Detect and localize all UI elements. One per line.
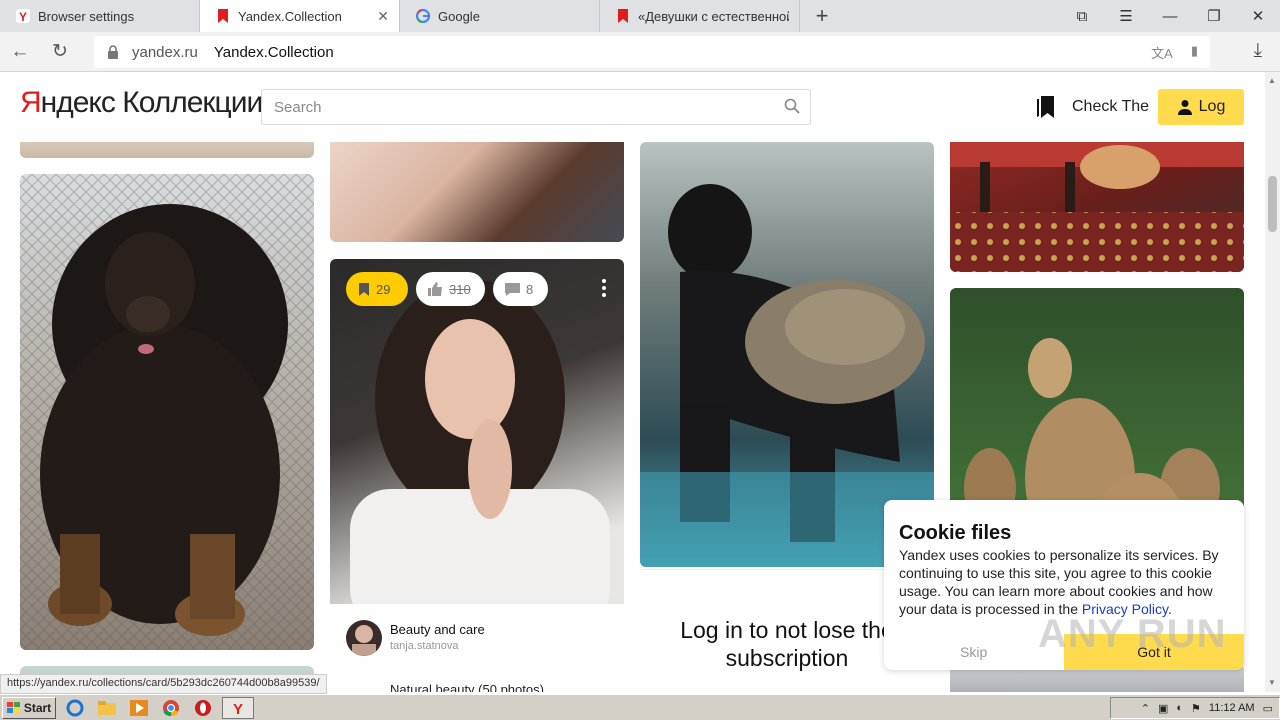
new-tab-icon[interactable]: + (800, 0, 844, 32)
bookmarks-icon (1037, 96, 1054, 118)
avatar[interactable] (346, 620, 382, 656)
login-label: Log (1198, 98, 1226, 115)
search-placeholder: Search (274, 98, 322, 116)
system-tray: ⌃ ▣ ◐ ⚑ 11:12 AM ▭ (1110, 697, 1280, 719)
yandex-collections-logo[interactable]: Яндекс Коллекции (20, 86, 263, 120)
saves-badge[interactable]: 29 (346, 272, 408, 306)
card-image-fox-on-carpet[interactable] (950, 142, 1244, 272)
login-button[interactable]: Log (1158, 89, 1244, 125)
collections-link[interactable]: Check The (1036, 96, 1149, 118)
skip-button[interactable]: Skip (960, 644, 987, 660)
tab-browser-settings[interactable]: Y Browser settings (0, 0, 200, 32)
cookie-text: Yandex uses cookies to personalize its s… (899, 546, 1234, 618)
logo-product: Коллекции (122, 86, 263, 119)
minimize-icon[interactable]: — (1148, 8, 1192, 25)
thumbs-up-icon (428, 282, 442, 296)
flag-icon[interactable]: ⚑ (1191, 702, 1201, 715)
windows-taskbar: Start Y ⌃ ▣ ◐ ⚑ 11:12 AM ▭ (0, 694, 1280, 720)
dog-illustration (20, 174, 314, 650)
browser-tab-bar: Y Browser settings Yandex.Collection ✕ G… (0, 0, 1280, 32)
tab-title: Yandex.Collection (238, 8, 342, 24)
volume-icon[interactable]: ◐ (1176, 702, 1183, 714)
logo-brand: ндекс (40, 86, 116, 119)
scroll-down-icon[interactable]: ▼ (1268, 678, 1276, 687)
close-tab-icon[interactable]: ✕ (377, 8, 389, 25)
ie-icon[interactable] (62, 697, 88, 719)
tab-google[interactable]: Google (400, 0, 600, 32)
fox-carpet-illustration (950, 142, 1244, 272)
restore-icon[interactable]: ❐ (1192, 7, 1236, 25)
card-description[interactable]: Natural beauty (50 photos) (390, 682, 544, 692)
folder-icon[interactable] (94, 697, 120, 719)
network-icon[interactable]: ▣ (1158, 702, 1168, 715)
address-field[interactable]: yandex.ru Yandex.Collection 文A ▮ (94, 36, 1210, 68)
cookie-title: Cookie files (899, 522, 1012, 544)
scroll-up-icon[interactable]: ▲ (1268, 76, 1276, 85)
close-window-icon[interactable]: ✕ (1236, 7, 1280, 25)
address-bar-row: ← ↻ yandex.ru Yandex.Collection 文A ▮ ⤓ (0, 32, 1280, 72)
yandex-collections-icon (618, 9, 628, 23)
address-page-title: Yandex.Collection (213, 43, 334, 61)
start-button[interactable]: Start (2, 696, 56, 719)
back-arrow-icon[interactable]: ← (0, 41, 40, 63)
tab-title: Google (438, 8, 480, 24)
search-icon[interactable] (784, 98, 800, 114)
likes-count: 310 (449, 281, 471, 297)
windows-logo-icon (6, 701, 20, 713)
logo-letter: Я (20, 86, 42, 119)
bookmark-page-icon[interactable]: ▮ (1191, 43, 1198, 62)
yandex-y-icon: Y (16, 9, 30, 23)
portrait-illustration (350, 279, 610, 629)
user-icon (1177, 100, 1192, 115)
comments-button[interactable]: 8 (493, 272, 548, 306)
comment-icon (505, 282, 520, 296)
translate-icon[interactable]: 文A (1151, 43, 1173, 62)
svg-text:Y: Y (19, 10, 27, 23)
clock[interactable]: 11:12 AM (1209, 702, 1255, 714)
tray-arrow-icon[interactable]: ⌃ (1141, 702, 1150, 715)
tab-collection-girls[interactable]: «Девушки с естественной (600, 0, 800, 32)
opera-icon[interactable] (190, 697, 216, 719)
collection-title[interactable]: Beauty and care (390, 622, 485, 637)
start-label: Start (23, 700, 52, 715)
saves-count: 29 (376, 281, 391, 297)
menu-icon[interactable]: ☰ (1104, 7, 1148, 25)
tab-yandex-collection[interactable]: Yandex.Collection ✕ (200, 0, 400, 32)
card-meta: Beauty and care tanja.statnova Natural b… (330, 604, 624, 692)
card-image-partial[interactable] (20, 142, 314, 158)
yandex-collections-icon (218, 9, 228, 23)
comments-count: 8 (526, 281, 534, 297)
author-name[interactable]: tanja.statnova (390, 640, 459, 652)
media-player-icon[interactable] (126, 697, 152, 719)
tab-title: «Девушки с естественной (638, 8, 789, 24)
google-g-icon (416, 9, 430, 23)
window-controls: ⧉ ☰ — ❐ ✕ (1060, 0, 1280, 32)
site-header: Яндекс Коллекции Search Check The Log (0, 72, 1265, 142)
bookmark-icon (359, 282, 369, 296)
like-button[interactable]: 310 (416, 272, 485, 306)
status-url: https://yandex.ru/collections/card/5b293… (0, 674, 327, 694)
card-image-portrait-top[interactable] (330, 142, 624, 242)
tab-title: Browser settings (38, 8, 135, 24)
bookmarks-panel-icon[interactable]: ⧉ (1060, 8, 1104, 25)
page-scrollbar[interactable]: ▲ ▼ (1265, 72, 1280, 692)
check-the-label: Check The (1072, 98, 1150, 115)
card-image-tibetan-mastiff[interactable] (20, 174, 314, 650)
anyrun-watermark: ANY RUN (1038, 612, 1227, 656)
download-icon[interactable]: ⤓ (1254, 40, 1262, 62)
card-photo[interactable] (330, 259, 624, 629)
scrollbar-thumb[interactable] (1268, 176, 1277, 232)
show-desktop-icon[interactable]: ▭ (1263, 702, 1273, 715)
svg-text:Y: Y (233, 701, 243, 716)
more-options-icon[interactable] (602, 279, 606, 300)
address-domain: yandex.ru (132, 43, 198, 61)
lock-icon[interactable] (106, 45, 120, 59)
yandex-browser-taskbar-icon[interactable]: Y (222, 696, 254, 719)
search-input[interactable]: Search (261, 89, 811, 125)
chrome-icon[interactable] (158, 697, 184, 719)
reload-icon[interactable]: ↻ (40, 40, 80, 63)
